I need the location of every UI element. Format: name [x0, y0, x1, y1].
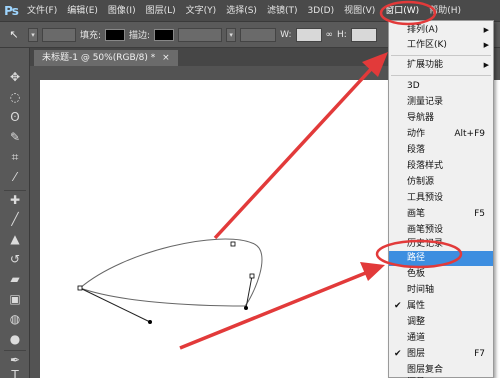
- photoshop-logo: Ps: [4, 3, 19, 18]
- crop-tool-icon[interactable]: ⌗: [4, 148, 26, 166]
- menu-item-layer-comps[interactable]: 图层复合: [389, 363, 493, 378]
- width-label: W:: [280, 29, 292, 40]
- move-tool-icon[interactable]: ✥: [4, 68, 26, 86]
- stroke-label: 描边:: [129, 31, 151, 41]
- tools-panel: ✥ ◌ ʘ ✎ ⌗ ⁄ ✚ ╱ ▲ ↺ ▰ ▣ ◍ ● ✒ T: [0, 48, 30, 378]
- menu-separator: [391, 75, 491, 76]
- menu-item-arrange[interactable]: 排列(A) ▶: [389, 23, 493, 38]
- menu-item-channels[interactable]: 通道: [389, 331, 493, 346]
- document-tab-title: 未标题-1 @ 50%(RGB/8) *: [42, 53, 156, 63]
- menu-layer[interactable]: 图层(L): [141, 0, 181, 22]
- checkmark-icon: ✔: [394, 349, 402, 359]
- window-menu-dropdown: 排列(A) ▶ 工作区(K) ▶ 扩展功能 ▶ 3D 测量记录 导航器 动作 Alt+F…: [388, 20, 494, 378]
- menu-item-paths[interactable]: 路径: [389, 251, 493, 266]
- shortcut-label: Alt+F9: [454, 129, 485, 139]
- eraser-tool-icon[interactable]: ▰: [4, 270, 26, 288]
- menu-help[interactable]: 帮助(H): [424, 0, 466, 22]
- checkmark-icon: ✔: [394, 301, 402, 311]
- menu-item-swatches[interactable]: 色板: [389, 267, 493, 282]
- menu-item-paragraph[interactable]: 段落: [389, 143, 493, 158]
- stroke-width-field[interactable]: [178, 27, 223, 42]
- fill-swatch[interactable]: [105, 28, 126, 41]
- lasso-tool-icon[interactable]: ʘ: [4, 108, 26, 126]
- direction-handle[interactable]: [244, 306, 248, 310]
- height-field[interactable]: [350, 27, 377, 42]
- menu-item-brush[interactable]: 画笔 F5: [389, 207, 493, 222]
- menu-item-clone-source[interactable]: 仿制源: [389, 175, 493, 190]
- document-tab[interactable]: 未标题-1 @ 50%(RGB/8) * ×: [34, 50, 178, 66]
- history-brush-tool-icon[interactable]: ↺: [4, 250, 26, 268]
- menu-select[interactable]: 选择(S): [221, 0, 262, 22]
- menu-edit[interactable]: 编辑(E): [62, 0, 103, 22]
- menu-item-history[interactable]: 历史记录: [389, 237, 493, 252]
- stroke-swatch[interactable]: [154, 28, 175, 41]
- quick-select-tool-icon[interactable]: ✎: [4, 128, 26, 146]
- menu-item-paragraph-styles[interactable]: 段落样式: [389, 159, 493, 174]
- chevron-right-icon: ▶: [483, 41, 489, 49]
- menu-item-timeline[interactable]: 时间轴: [389, 283, 493, 298]
- stroke-type-dropdown[interactable]: [240, 27, 277, 42]
- shortcut-label: F5: [474, 209, 485, 219]
- menu-item-layers[interactable]: ✔ 图层 F7: [389, 347, 493, 362]
- clone-stamp-tool-icon[interactable]: ▲: [4, 230, 26, 248]
- link-icon[interactable]: ∞: [326, 30, 334, 40]
- gradient-tool-icon[interactable]: ▣: [4, 290, 26, 308]
- menu-item-tool-presets[interactable]: 工具预设: [389, 191, 493, 206]
- shortcut-label: F7: [474, 349, 485, 359]
- healing-brush-tool-icon[interactable]: ✚: [4, 190, 26, 208]
- anchor-point[interactable]: [249, 273, 255, 279]
- fill-label: 填充:: [80, 31, 102, 41]
- menu-item-brush-presets[interactable]: 画笔预设: [389, 223, 493, 238]
- menu-view[interactable]: 视图(V): [339, 0, 380, 22]
- anchor-point[interactable]: [77, 285, 83, 291]
- eyedropper-tool-icon[interactable]: ⁄: [4, 168, 26, 186]
- chevron-down-icon[interactable]: ▾: [28, 27, 38, 42]
- close-icon[interactable]: ×: [162, 53, 170, 63]
- menu-item-actions[interactable]: 动作 Alt+F9: [389, 127, 493, 142]
- direction-handle[interactable]: [148, 320, 152, 324]
- menu-item-extensions[interactable]: 扩展功能 ▶: [389, 58, 493, 73]
- menu-item-3d[interactable]: 3D: [389, 79, 493, 94]
- shape-mode-dropdown[interactable]: [42, 27, 76, 42]
- menu-image[interactable]: 图像(I): [103, 0, 141, 22]
- blur-tool-icon[interactable]: ◍: [4, 310, 26, 328]
- menu-separator: [391, 55, 491, 56]
- chevron-down-icon[interactable]: ▾: [226, 27, 237, 42]
- height-label: H:: [337, 29, 347, 40]
- menu-window[interactable]: 窗口(W): [380, 0, 424, 22]
- menu-item-navigator[interactable]: 导航器: [389, 111, 493, 126]
- chevron-right-icon: ▶: [483, 26, 489, 34]
- type-tool-icon[interactable]: T: [4, 366, 26, 378]
- dodge-tool-icon[interactable]: ●: [4, 330, 26, 348]
- brush-tool-icon[interactable]: ╱: [4, 210, 26, 228]
- marquee-tool-icon[interactable]: ◌: [4, 88, 26, 106]
- menu-item-properties[interactable]: ✔ 属性: [389, 299, 493, 314]
- chevron-right-icon: ▶: [483, 61, 489, 69]
- width-field[interactable]: [295, 27, 322, 42]
- pen-tool-preset-icon[interactable]: ↖: [4, 26, 24, 44]
- menu-item-measurement-log[interactable]: 测量记录: [389, 95, 493, 110]
- menu-bar: Ps 文件(F) 编辑(E) 图像(I) 图层(L) 文字(Y) 选择(S) 滤…: [0, 0, 500, 22]
- menu-3d[interactable]: 3D(D): [302, 0, 339, 22]
- menu-item-workspace[interactable]: 工作区(K) ▶: [389, 38, 493, 53]
- menu-type[interactable]: 文字(Y): [181, 0, 222, 22]
- menu-item-adjustments[interactable]: 调整: [389, 315, 493, 330]
- anchor-point[interactable]: [230, 241, 236, 247]
- menu-filter[interactable]: 滤镜(T): [262, 0, 303, 22]
- menu-file[interactable]: 文件(F): [22, 0, 62, 22]
